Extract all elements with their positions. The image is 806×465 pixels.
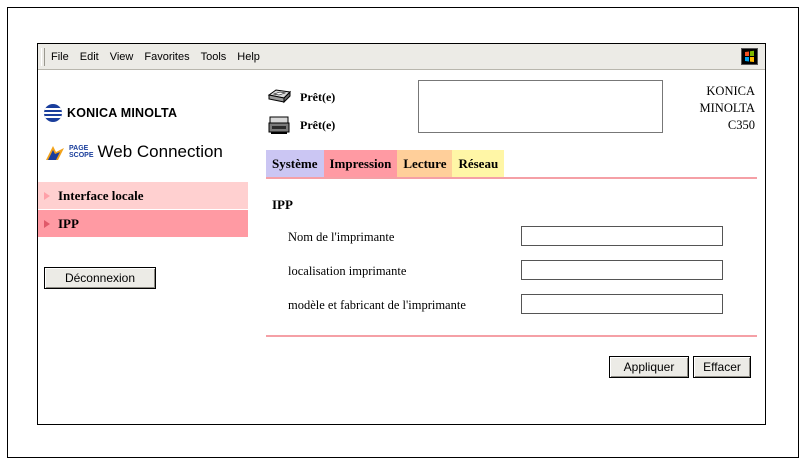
menu-bar: File Edit View Favorites Tools Help [38,44,765,70]
menu-view[interactable]: View [110,51,134,63]
windows-flag-icon [741,48,758,65]
main-tabs: Système Impression Lecture Réseau [266,150,505,177]
model-line-3: C350 [727,118,755,132]
printer-model-label: modèle et fabricant de l'imprimante [288,298,466,312]
konica-minolta-logo: KONICA MINOLTA [44,104,177,122]
pagescope-bottom-text: SCOPE [69,152,94,159]
pagescope-top-text: PAGE [69,145,89,152]
clear-button[interactable]: Effacer [693,356,751,378]
menu-edit[interactable]: Edit [80,51,99,63]
printer-icon [267,89,292,104]
printer-name-label: Nom de l'imprimante [288,230,395,244]
toolbar-grip[interactable] [41,47,45,66]
konica-minolta-globe-icon [44,104,62,122]
model-line-2: MINOLTA [699,101,755,115]
tab-reseau[interactable]: Réseau [452,150,505,177]
printer-location-input[interactable] [521,260,723,280]
tab-impression[interactable]: Impression [323,150,398,177]
sidebar-item-ipp[interactable]: IPP [38,210,248,238]
sidebar-item-label: IPP [58,215,79,231]
model-line-1: KONICA [706,84,755,98]
web-connection-logo: PAGE SCOPE Web Connection [44,142,223,162]
model-name: KONICA MINOLTA C350 [668,83,755,134]
sidebar-item-interface-locale[interactable]: Interface locale [38,182,248,210]
browser-window: File Edit View Favorites Tools Help KONI… [37,43,766,425]
brand-maker: KONICA MINOLTA [67,106,178,120]
sidebar-nav: Interface locale IPP [38,182,248,238]
status-message-box [418,80,663,133]
printer-name-input[interactable] [521,226,723,246]
product-name: Web Connection [97,142,223,161]
printer-location-label: localisation imprimante [288,264,407,278]
scanner-icon [268,116,290,134]
tab-systeme[interactable]: Système [266,150,324,177]
tab-divider [266,177,757,179]
logout-button[interactable]: Déconnexion [44,267,156,289]
arrow-right-icon [44,219,50,228]
pagescope-icon [44,142,66,162]
sidebar-item-label: Interface locale [58,187,144,203]
printer-model-input[interactable] [521,294,723,314]
apply-button[interactable]: Appliquer [609,356,689,378]
scanner-status: Prêt(e) [300,117,336,132]
tab-lecture[interactable]: Lecture [397,150,453,177]
printer-status: Prêt(e) [300,89,336,104]
menu-tools[interactable]: Tools [201,51,227,63]
section-title: IPP [272,197,293,212]
menu-help[interactable]: Help [237,51,260,63]
menu-file[interactable]: File [51,51,69,63]
menu-favorites[interactable]: Favorites [144,51,189,63]
arrow-right-icon [44,191,50,200]
device-status: Prêt(e) Prêt(e) [266,83,335,139]
form-divider [266,335,757,337]
